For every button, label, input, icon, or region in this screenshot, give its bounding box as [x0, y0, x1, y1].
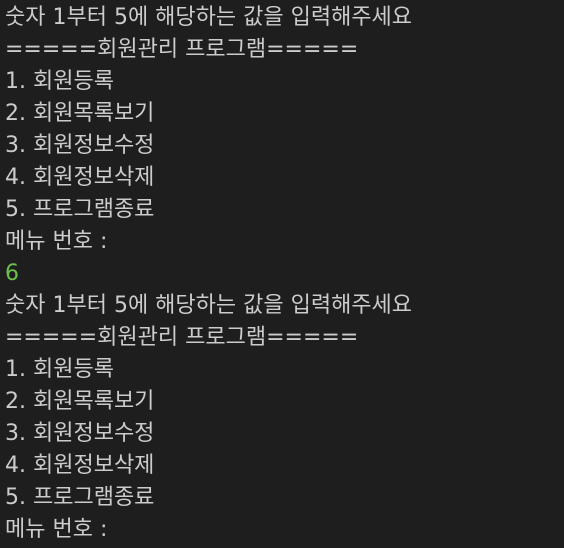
- menu-title: =====회원관리 프로그램=====: [5, 37, 359, 62]
- prompt-message: 숫자 1부터 5에 해당하는 값을 입력해주세요: [5, 5, 413, 30]
- menu-option-list: 2. 회원목록보기: [5, 101, 155, 126]
- menu-option-delete: 4. 회원정보삭제: [5, 165, 155, 190]
- menu-option-exit: 5. 프로그램종료: [5, 197, 155, 222]
- menu-option-update: 3. 회원정보수정: [5, 421, 155, 446]
- menu-title: =====회원관리 프로그램=====: [5, 325, 359, 350]
- menu-option-exit: 5. 프로그램종료: [5, 485, 155, 510]
- prompt-message: 숫자 1부터 5에 해당하는 값을 입력해주세요: [5, 293, 413, 318]
- menu-option-delete: 4. 회원정보삭제: [5, 453, 155, 478]
- menu-option-list: 2. 회원목록보기: [5, 389, 155, 414]
- menu-number-prompt: 메뉴 번호 :: [5, 229, 108, 254]
- user-input-value: 6: [5, 261, 19, 286]
- menu-option-register: 1. 회원등록: [5, 357, 114, 382]
- terminal-output[interactable]: 숫자 1부터 5에 해당하는 값을 입력해주세요 =====회원관리 프로그램=…: [0, 0, 564, 548]
- menu-option-update: 3. 회원정보수정: [5, 133, 155, 158]
- menu-number-prompt: 메뉴 번호 :: [5, 517, 108, 542]
- menu-option-register: 1. 회원등록: [5, 69, 114, 94]
